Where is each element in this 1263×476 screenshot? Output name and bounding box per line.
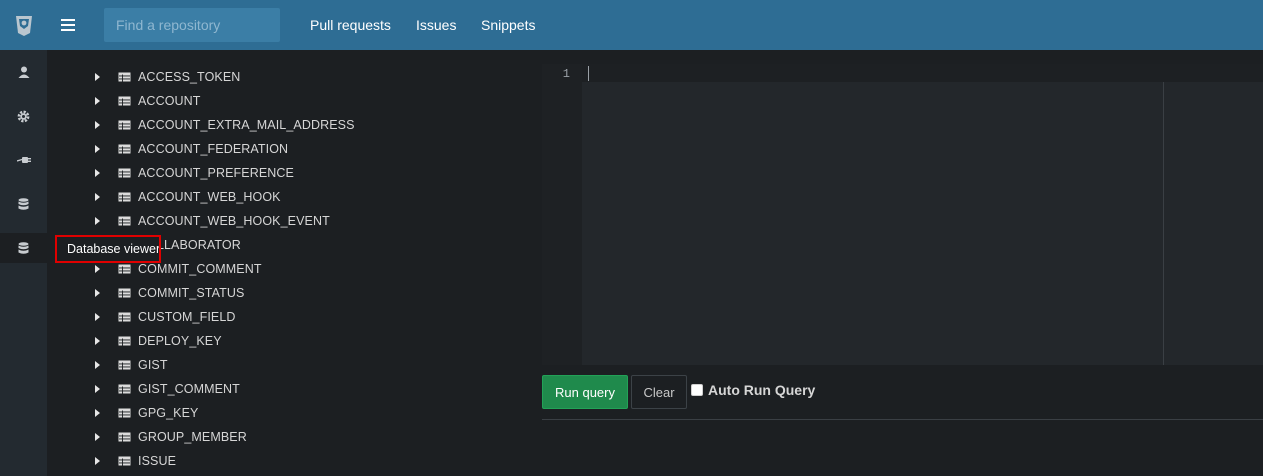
table-icon xyxy=(118,120,131,130)
expand-caret-icon[interactable] xyxy=(95,97,100,105)
nav-snippets[interactable]: Snippets xyxy=(481,17,535,33)
table-icon xyxy=(118,264,131,274)
table-icon xyxy=(118,336,131,346)
table-name[interactable]: CUSTOM_FIELD xyxy=(138,310,236,324)
table-name[interactable]: ACCOUNT_EXTRA_MAIL_ADDRESS xyxy=(138,118,355,132)
line-number: 1 xyxy=(562,67,570,81)
table-row[interactable]: COMMIT_STATUS xyxy=(47,281,527,305)
expand-caret-icon[interactable] xyxy=(95,433,100,441)
database-viewer-icon xyxy=(18,241,29,254)
table-icon xyxy=(118,168,131,178)
table-name[interactable]: GIST_COMMENT xyxy=(138,382,240,396)
table-row[interactable]: GIST xyxy=(47,353,527,377)
table-row[interactable]: DEPLOY_KEY xyxy=(47,329,527,353)
expand-caret-icon[interactable] xyxy=(95,145,100,153)
table-row[interactable]: GIST_COMMENT xyxy=(47,377,527,401)
table-row[interactable]: ISSUE xyxy=(47,449,527,473)
user-icon xyxy=(18,66,29,78)
table-name[interactable]: ACCOUNT_FEDERATION xyxy=(138,142,288,156)
table-row[interactable]: ACCOUNT_PREFERENCE xyxy=(47,161,527,185)
table-row[interactable]: GROUP_MEMBER xyxy=(47,425,527,449)
expand-caret-icon[interactable] xyxy=(95,73,100,81)
print-margin xyxy=(1163,82,1164,365)
repository-search-input[interactable] xyxy=(104,8,280,42)
table-name[interactable]: COMMIT_STATUS xyxy=(138,286,244,300)
table-icon xyxy=(118,96,131,106)
run-query-button[interactable]: Run query xyxy=(542,375,628,409)
expand-caret-icon[interactable] xyxy=(95,265,100,273)
sidebar-item-database[interactable] xyxy=(0,189,47,219)
table-icon xyxy=(118,432,131,442)
table-icon xyxy=(118,456,131,466)
text-cursor xyxy=(588,66,589,81)
table-icon xyxy=(118,408,131,418)
editor-gutter: 1 xyxy=(542,64,582,365)
gitbucket-logo-icon[interactable] xyxy=(0,0,47,50)
expand-caret-icon[interactable] xyxy=(95,361,100,369)
expand-caret-icon[interactable] xyxy=(95,193,100,201)
table-name[interactable]: COMMIT_COMMENT xyxy=(138,262,262,276)
sidebar-item-settings[interactable] xyxy=(0,101,47,131)
expand-caret-icon[interactable] xyxy=(95,385,100,393)
nav-issues[interactable]: Issues xyxy=(416,17,456,33)
table-name[interactable]: ISSUE xyxy=(138,454,176,468)
table-row[interactable]: ACCOUNT_EXTRA_MAIL_ADDRESS xyxy=(47,113,527,137)
table-name[interactable]: ACCOUNT_WEB_HOOK xyxy=(138,190,281,204)
table-row[interactable]: ACCOUNT_WEB_HOOK xyxy=(47,185,527,209)
auto-run-checkbox[interactable] xyxy=(691,384,703,396)
expand-caret-icon[interactable] xyxy=(95,289,100,297)
table-icon xyxy=(118,312,131,322)
auto-run-query-option[interactable]: Auto Run Query xyxy=(691,382,815,398)
result-divider xyxy=(542,419,1263,420)
table-row[interactable]: CUSTOM_FIELD xyxy=(47,305,527,329)
table-icon xyxy=(118,384,131,394)
sidebar-tooltip: Database viewer xyxy=(55,235,161,263)
expand-caret-icon[interactable] xyxy=(95,409,100,417)
table-row[interactable]: ACCOUNT_WEB_HOOK_EVENT xyxy=(47,209,527,233)
active-line-highlight xyxy=(582,64,1263,82)
table-name[interactable]: GIST xyxy=(138,358,168,372)
table-name[interactable]: ACCOUNT xyxy=(138,94,201,108)
top-navbar: Pull requests Issues Snippets xyxy=(0,0,1263,50)
table-name[interactable]: ACCOUNT_WEB_HOOK_EVENT xyxy=(138,214,330,228)
menu-toggle-icon[interactable] xyxy=(58,14,78,36)
table-icon xyxy=(118,360,131,370)
table-name[interactable]: GROUP_MEMBER xyxy=(138,430,247,444)
table-icon xyxy=(118,72,131,82)
table-icon xyxy=(118,192,131,202)
table-tree: ACCESS_TOKEN ACCOUNT ACCOUNT_EXTRA_MAIL_AD… xyxy=(47,50,527,476)
table-row[interactable]: ACCESS_TOKEN xyxy=(47,65,527,89)
table-icon xyxy=(118,216,131,226)
table-row[interactable]: ACCOUNT xyxy=(47,89,527,113)
gear-icon xyxy=(17,110,30,122)
table-row[interactable]: GPG_KEY xyxy=(47,401,527,425)
expand-caret-icon[interactable] xyxy=(95,169,100,177)
table-name[interactable]: ACCOUNT_PREFERENCE xyxy=(138,166,294,180)
sidebar-item-plugins[interactable] xyxy=(0,145,47,175)
auto-run-label[interactable]: Auto Run Query xyxy=(708,382,815,398)
plug-icon xyxy=(16,157,31,163)
expand-caret-icon[interactable] xyxy=(95,313,100,321)
database-icon xyxy=(18,197,29,210)
expand-caret-icon[interactable] xyxy=(95,457,100,465)
sql-editor[interactable]: 1 xyxy=(542,64,1263,365)
table-icon xyxy=(118,288,131,298)
expand-caret-icon[interactable] xyxy=(95,217,100,225)
sidebar-item-users[interactable] xyxy=(0,57,47,87)
table-name[interactable]: GPG_KEY xyxy=(138,406,198,420)
nav-pull-requests[interactable]: Pull requests xyxy=(310,17,391,33)
expand-caret-icon[interactable] xyxy=(95,121,100,129)
table-name[interactable]: DEPLOY_KEY xyxy=(138,334,222,348)
admin-sidebar xyxy=(0,50,47,476)
table-row[interactable]: ACCOUNT_FEDERATION xyxy=(47,137,527,161)
clear-button[interactable]: Clear xyxy=(631,375,687,409)
table-icon xyxy=(118,144,131,154)
expand-caret-icon[interactable] xyxy=(95,337,100,345)
sidebar-item-database-viewer[interactable] xyxy=(0,233,47,263)
table-name[interactable]: ACCESS_TOKEN xyxy=(138,70,240,84)
